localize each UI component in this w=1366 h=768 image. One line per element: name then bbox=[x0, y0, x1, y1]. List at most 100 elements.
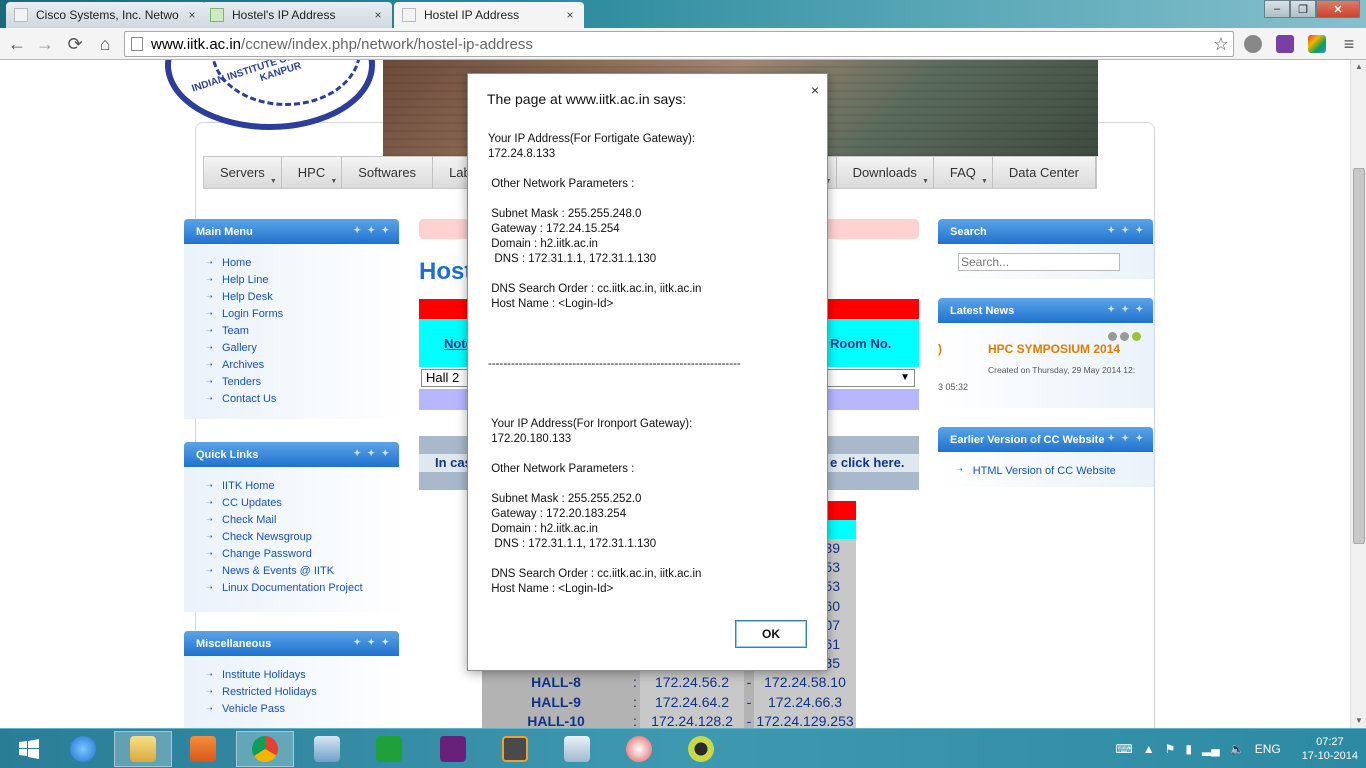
tab-hostels-ip[interactable]: Hostel's IP Address × bbox=[202, 2, 392, 28]
scrollbar-thumb[interactable] bbox=[1353, 168, 1365, 544]
link-change-password[interactable]: ➝ Change Password bbox=[206, 545, 406, 562]
volume-icon[interactable]: 🔈 bbox=[1230, 742, 1245, 756]
extension-icon[interactable] bbox=[1244, 35, 1262, 53]
link-help-line[interactable]: ➝ Help Line bbox=[206, 271, 406, 288]
dialog-close-icon[interactable]: × bbox=[811, 82, 819, 98]
keyboard-icon[interactable]: ⌨ bbox=[1115, 742, 1132, 756]
minimize-button[interactable]: – bbox=[1264, 0, 1290, 18]
pager-dot[interactable] bbox=[1108, 332, 1117, 341]
page-scrollbar[interactable]: ▲ ▼ bbox=[1350, 60, 1366, 728]
taskbar-snipping-tool[interactable] bbox=[610, 731, 668, 767]
link-news-events[interactable]: ➝ News & Events @ IITK bbox=[206, 562, 406, 579]
search-box: Search ✦ ✦ ✦ bbox=[938, 219, 1154, 279]
taskbar-store[interactable] bbox=[360, 731, 418, 767]
taskbar-chrome[interactable] bbox=[236, 731, 294, 767]
tab-label: Hostel IP Address bbox=[424, 8, 520, 22]
taskbar-remote-desktop[interactable] bbox=[298, 731, 356, 767]
misc-list: ➝ Institute Holidays ➝ Restricted Holidays… bbox=[184, 656, 406, 717]
taskbar-media-player[interactable] bbox=[174, 731, 232, 767]
table-row: HALL-10:172.24.128.2-172.24.129.253 bbox=[482, 711, 856, 728]
link-gallery[interactable]: ➝ Gallery bbox=[206, 339, 406, 356]
scroll-down-arrow-icon[interactable]: ▼ bbox=[1351, 714, 1366, 728]
home-icon[interactable]: ⌂ bbox=[94, 33, 116, 55]
menu-data-center[interactable]: Data Center bbox=[993, 157, 1096, 188]
tab-close-icon[interactable]: × bbox=[372, 8, 384, 22]
dropdown-arrow-icon: ▼ bbox=[900, 372, 910, 383]
tab-label: Hostel's IP Address bbox=[232, 8, 336, 22]
pager-dot-active[interactable] bbox=[1132, 332, 1141, 341]
language-indicator[interactable]: ENG bbox=[1255, 742, 1281, 756]
link-check-mail[interactable]: ➝ Check Mail bbox=[206, 511, 406, 528]
taskbar-app[interactable] bbox=[672, 731, 730, 767]
taskbar-file-explorer[interactable] bbox=[114, 731, 172, 767]
link-cc-updates[interactable]: ➝ CC Updates bbox=[206, 494, 406, 511]
pager-dot[interactable] bbox=[1120, 332, 1129, 341]
link-tenders[interactable]: ➝ Tenders bbox=[206, 373, 406, 390]
taskbar-visual-studio[interactable] bbox=[424, 731, 482, 767]
click-here-link[interactable]: e click here. bbox=[830, 455, 904, 470]
link-home[interactable]: ➝ Home bbox=[206, 254, 406, 271]
menu-downloads[interactable]: Downloads ▼ bbox=[837, 157, 934, 188]
menu-icon[interactable]: ≡ bbox=[1338, 33, 1360, 55]
start-button[interactable] bbox=[0, 731, 58, 767]
onenote-icon[interactable] bbox=[1276, 35, 1294, 53]
dialog-message: Your IP Address(For Fortigate Gateway): … bbox=[488, 133, 741, 595]
show-hidden-icons-icon[interactable]: ▲ bbox=[1143, 742, 1155, 756]
tab-label: Cisco Systems, Inc. Netwo bbox=[36, 8, 179, 22]
reload-icon[interactable]: ⟳ bbox=[64, 33, 86, 55]
link-team[interactable]: ➝ Team bbox=[206, 322, 406, 339]
back-arrow-icon[interactable]: ← bbox=[6, 33, 28, 55]
link-archives[interactable]: ➝ Archives bbox=[206, 356, 406, 373]
network-icon[interactable]: ▂▄ bbox=[1202, 742, 1220, 756]
tab-close-icon[interactable]: × bbox=[186, 8, 198, 22]
link-vehicle-pass[interactable]: ➝ Vehicle Pass bbox=[206, 700, 406, 717]
link-html-version[interactable]: ➝ HTML Version of CC Website bbox=[956, 465, 1116, 477]
clock[interactable]: 07:27 17-10-2014 bbox=[1302, 735, 1358, 763]
remote-desktop-icon bbox=[314, 736, 340, 762]
close-window-button[interactable]: ✕ bbox=[1316, 0, 1360, 18]
link-help-desk[interactable]: ➝ Help Desk bbox=[206, 288, 406, 305]
menu-softwares[interactable]: Softwares bbox=[342, 157, 434, 188]
link-restricted-holidays[interactable]: ➝ Restricted Holidays bbox=[206, 683, 406, 700]
tab-cisco[interactable]: Cisco Systems, Inc. Netwo × bbox=[6, 2, 206, 28]
dropdown-arrow-icon: ▼ bbox=[330, 178, 338, 185]
link-contact-us[interactable]: ➝ Contact Us bbox=[206, 390, 406, 407]
battery-icon[interactable]: ▮ bbox=[1185, 742, 1192, 756]
link-check-newsgroup[interactable]: ➝ Check Newsgroup bbox=[206, 528, 406, 545]
menu-faq[interactable]: FAQ ▼ bbox=[934, 157, 993, 188]
quick-links-list: ➝ IITK Home ➝ CC Updates ➝ Check Mail ➝ Chec… bbox=[184, 467, 406, 596]
url-host: www.iitk.ac.in bbox=[151, 35, 242, 53]
browser-toolbar: ← → ⟳ ⌂ www.iitk.ac.in/ccnew/index.php/n… bbox=[0, 28, 1366, 60]
menu-servers[interactable]: Servers ▼ bbox=[204, 157, 282, 188]
link-linux-doc[interactable]: ➝ Linux Documentation Project bbox=[206, 579, 406, 596]
quick-links-box: Quick Links ✦ ✦ ✦ ➝ IITK Home ➝ CC Updates … bbox=[184, 442, 406, 612]
address-bar[interactable]: www.iitk.ac.in/ccnew/index.php/network/h… bbox=[124, 31, 1234, 57]
tab-hostel-ip-active[interactable]: Hostel IP Address × bbox=[394, 2, 584, 28]
bookmark-star-icon[interactable]: ☆ bbox=[1213, 34, 1229, 55]
flag-icon[interactable]: ⚑ bbox=[1165, 742, 1176, 756]
table-row: HALL-8:172.24.56.2-172.24.58.10 bbox=[482, 673, 856, 693]
url-path: /ccnew/index.php/network/hostel-ip-addre… bbox=[241, 35, 533, 53]
menu-hpc[interactable]: HPC ▼ bbox=[282, 157, 343, 188]
news-headline[interactable]: HPC SYMPOSIUM 2014 bbox=[988, 342, 1120, 356]
link-iitk-home[interactable]: ➝ IITK Home bbox=[206, 477, 406, 494]
restore-button[interactable]: ❐ bbox=[1290, 0, 1316, 18]
scroll-up-arrow-icon[interactable]: ▲ bbox=[1351, 60, 1366, 74]
link-login-forms[interactable]: ➝ Login Forms bbox=[206, 305, 406, 322]
chrome-icon bbox=[252, 736, 278, 762]
clock-time: 07:27 bbox=[1316, 736, 1344, 748]
main-menu-box: Main Menu ✦ ✦ ✦ ➝ Home ➝ Help Line ➝ Help De… bbox=[184, 219, 406, 419]
dropdown-arrow-icon: ▼ bbox=[921, 178, 929, 185]
dialog-title: The page at www.iitk.ac.in says: bbox=[487, 91, 687, 107]
forward-arrow-icon[interactable]: → bbox=[34, 33, 56, 55]
system-tray: ⌨ ▲ ⚑ ▮ ▂▄ 🔈 ENG 07:27 17-10-2014 bbox=[1110, 729, 1358, 768]
taskbar-performance-monitor[interactable] bbox=[548, 731, 606, 767]
ok-button[interactable]: OK bbox=[735, 620, 807, 648]
chrome-extension-icon[interactable] bbox=[1308, 35, 1326, 53]
taskbar-sublime[interactable] bbox=[486, 731, 544, 767]
sublime-text-icon bbox=[502, 736, 528, 762]
taskbar-internet-explorer[interactable] bbox=[54, 731, 112, 767]
search-input[interactable] bbox=[958, 253, 1120, 271]
link-institute-holidays[interactable]: ➝ Institute Holidays bbox=[206, 666, 406, 683]
tab-close-icon[interactable]: × bbox=[564, 8, 576, 22]
